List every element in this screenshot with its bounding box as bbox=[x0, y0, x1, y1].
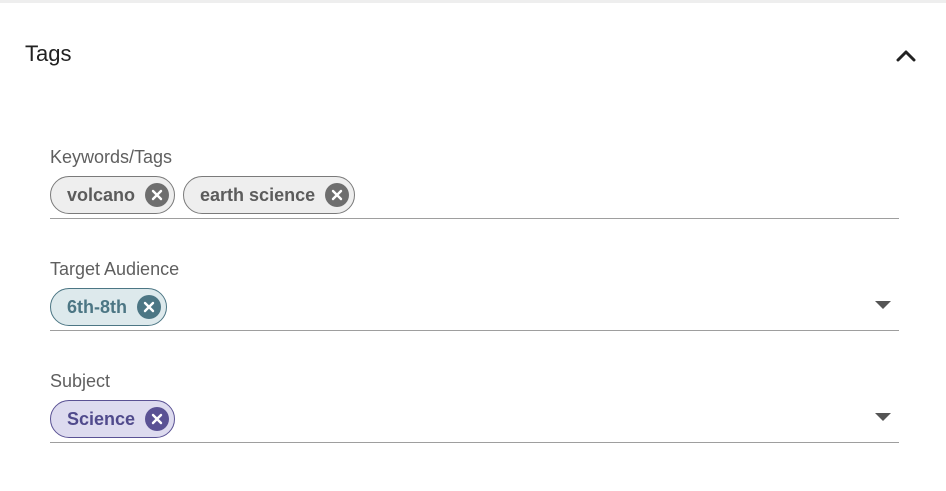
audience-chip-list: 6th-8th bbox=[50, 288, 167, 326]
keyword-chip-volcano[interactable]: volcano bbox=[50, 176, 176, 214]
collapse-toggle-button[interactable] bbox=[892, 41, 920, 69]
target-audience-select[interactable]: 6th-8th bbox=[50, 288, 899, 331]
remove-chip-icon[interactable] bbox=[145, 407, 170, 431]
close-icon bbox=[143, 301, 155, 313]
chip-label: earth science bbox=[200, 184, 316, 205]
keyword-chip-earth-science[interactable]: earth science bbox=[183, 176, 356, 214]
caret-down-icon[interactable] bbox=[875, 301, 891, 309]
close-icon bbox=[331, 189, 343, 201]
remove-chip-icon[interactable] bbox=[137, 295, 161, 319]
subject-label: Subject bbox=[50, 371, 111, 391]
subject-select[interactable]: Science bbox=[50, 400, 899, 443]
close-icon bbox=[151, 189, 163, 201]
subject-chip-science[interactable]: Science bbox=[50, 400, 176, 438]
remove-chip-icon[interactable] bbox=[325, 183, 350, 207]
chevron-up-icon bbox=[896, 50, 916, 62]
keywords-field-label: Keywords/Tags bbox=[50, 147, 173, 167]
chip-label: volcano bbox=[67, 184, 136, 205]
remove-chip-icon[interactable] bbox=[145, 183, 170, 207]
caret-down-icon[interactable] bbox=[875, 413, 891, 421]
keywords-input[interactable]: volcano earth science bbox=[50, 176, 899, 219]
target-audience-label: Target Audience bbox=[50, 259, 180, 279]
keywords-chip-list: volcano earth science bbox=[50, 176, 356, 214]
section-title: Tags bbox=[25, 41, 72, 66]
subject-chip-list: Science bbox=[50, 400, 176, 438]
top-divider bbox=[0, 0, 946, 3]
audience-chip-6th-8th[interactable]: 6th-8th bbox=[50, 288, 167, 326]
chip-label: 6th-8th bbox=[67, 296, 127, 317]
close-icon bbox=[151, 413, 163, 425]
chip-label: Science bbox=[67, 408, 136, 429]
